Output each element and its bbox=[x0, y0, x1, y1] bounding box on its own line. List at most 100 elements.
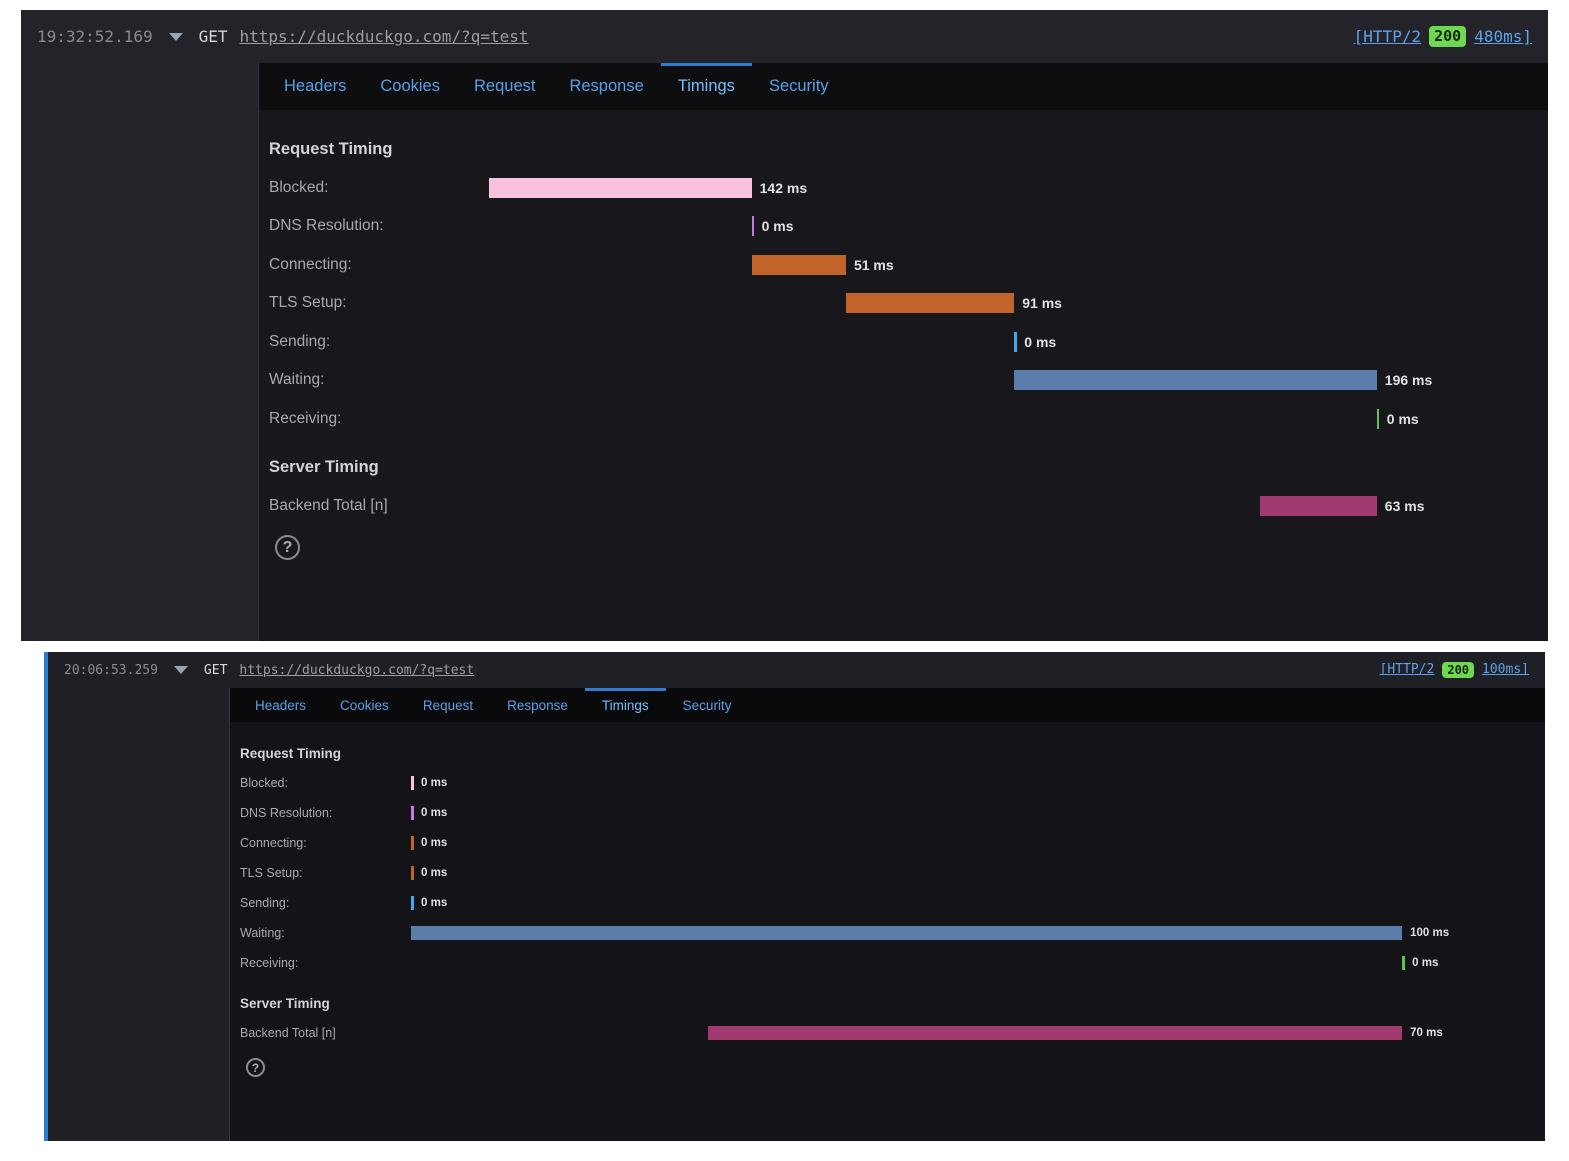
timing-label: Blocked: bbox=[269, 179, 489, 197]
protocol-text: [HTTP/2 bbox=[1354, 27, 1421, 46]
timing-value: 0 ms bbox=[1024, 334, 1056, 350]
timing-row-sending: Sending: 0 ms bbox=[269, 323, 1534, 362]
timing-timeline: 142 ms bbox=[489, 178, 1534, 198]
timing-bar-tls-setup bbox=[846, 293, 1014, 313]
response-time: 100ms] bbox=[1482, 662, 1529, 677]
request-row[interactable]: 20:06:53.259 GET https://duckduckgo.com/… bbox=[48, 652, 1545, 688]
timing-timeline: 0 ms bbox=[411, 836, 1531, 850]
help-icon[interactable]: ? bbox=[246, 1058, 265, 1077]
request-url[interactable]: https://duckduckgo.com/?q=test bbox=[240, 27, 529, 46]
timing-value: 100 ms bbox=[1410, 927, 1449, 939]
detail-tabbar: HeadersCookiesRequestResponseTimingsSecu… bbox=[230, 688, 1545, 722]
timing-bar-connecting bbox=[411, 836, 414, 850]
timings-content: Request TimingBlocked:142 msDNS Resoluti… bbox=[259, 110, 1548, 641]
network-request-panel: 20:06:53.259 GET https://duckduckgo.com/… bbox=[44, 652, 1545, 1141]
tab-headers[interactable]: Headers bbox=[267, 63, 363, 110]
tab-headers[interactable]: Headers bbox=[238, 688, 323, 722]
timing-label: Waiting: bbox=[269, 371, 489, 389]
section-title: Request Timing bbox=[269, 130, 1534, 169]
timing-timeline: 63 ms bbox=[489, 496, 1534, 516]
tab-timings[interactable]: Timings bbox=[661, 63, 752, 110]
status-code-badge: 200 bbox=[1442, 662, 1474, 679]
help-icon[interactable]: ? bbox=[275, 535, 300, 560]
timing-row-blocked: Blocked:0 ms bbox=[240, 768, 1531, 798]
tab-cookies[interactable]: Cookies bbox=[323, 688, 406, 722]
timing-row-dns-resolution: DNS Resolution: 0 ms bbox=[269, 207, 1534, 246]
timing-row-backend-total: Backend Total [n]70 ms bbox=[240, 1018, 1531, 1048]
expand-caret-icon[interactable] bbox=[169, 33, 183, 41]
timing-timeline: 0 ms bbox=[411, 776, 1531, 790]
timing-row-dns-resolution: DNS Resolution:0 ms bbox=[240, 798, 1531, 828]
timing-bar-connecting bbox=[752, 255, 846, 275]
response-time: 480ms] bbox=[1474, 27, 1532, 46]
request-url[interactable]: https://duckduckgo.com/?q=test bbox=[239, 663, 474, 678]
timing-label: Receiving: bbox=[269, 410, 489, 428]
timing-value: 0 ms bbox=[421, 807, 447, 819]
timing-timeline: 0 ms bbox=[489, 332, 1534, 352]
timing-section: Request TimingBlocked:0 msDNS Resolution… bbox=[240, 738, 1531, 978]
network-request-panel: 19:32:52.169 GET https://duckduckgo.com/… bbox=[21, 10, 1548, 641]
timing-label: Sending: bbox=[269, 333, 489, 351]
timing-value: 0 ms bbox=[421, 867, 447, 879]
timing-section: Request TimingBlocked:142 msDNS Resoluti… bbox=[269, 130, 1534, 438]
timing-label: DNS Resolution: bbox=[269, 217, 489, 235]
timing-bar-backend-total bbox=[1260, 496, 1377, 516]
timing-bar-waiting bbox=[1014, 370, 1377, 390]
timings-content: Request TimingBlocked:0 msDNS Resolution… bbox=[230, 722, 1545, 1141]
timing-bar-blocked bbox=[489, 178, 752, 198]
detail-tabbar: HeadersCookiesRequestResponseTimingsSecu… bbox=[259, 63, 1548, 110]
timing-bar-receiving bbox=[1402, 956, 1405, 970]
section-title: Server Timing bbox=[269, 448, 1534, 487]
tab-cookies[interactable]: Cookies bbox=[363, 63, 457, 110]
tab-security[interactable]: Security bbox=[752, 63, 846, 110]
timing-section: Server TimingBackend Total [n]70 ms bbox=[240, 988, 1531, 1048]
timing-row-receiving: Receiving: 0 ms bbox=[269, 400, 1534, 439]
timing-label: Blocked: bbox=[240, 776, 411, 790]
timing-bar-dns-resolution bbox=[752, 216, 755, 236]
timing-value: 0 ms bbox=[421, 837, 447, 849]
tab-response[interactable]: Response bbox=[552, 63, 660, 110]
tab-security[interactable]: Security bbox=[666, 688, 749, 722]
timing-row-blocked: Blocked:142 ms bbox=[269, 169, 1534, 208]
timing-row-connecting: Connecting:51 ms bbox=[269, 246, 1534, 285]
timing-row-backend-total: Backend Total [n]63 ms bbox=[269, 487, 1534, 526]
timing-timeline: 0 ms bbox=[411, 806, 1531, 820]
timing-label: Sending: bbox=[240, 896, 411, 910]
timing-timeline: 196 ms bbox=[489, 370, 1534, 390]
expand-caret-icon[interactable] bbox=[174, 666, 188, 674]
timing-value: 91 ms bbox=[1022, 295, 1062, 311]
timing-label: Connecting: bbox=[240, 836, 411, 850]
timing-bar-waiting bbox=[411, 926, 1402, 940]
section-title: Request Timing bbox=[240, 738, 1531, 768]
request-status-link[interactable]: [HTTP/2 200 100ms] bbox=[1380, 662, 1529, 679]
timing-section: Server TimingBackend Total [n]63 ms bbox=[269, 448, 1534, 525]
request-timestamp: 20:06:53.259 bbox=[64, 663, 158, 678]
request-row[interactable]: 19:32:52.169 GET https://duckduckgo.com/… bbox=[21, 10, 1548, 63]
timing-timeline: 0 ms bbox=[411, 866, 1531, 880]
request-detail-pane: HeadersCookiesRequestResponseTimingsSecu… bbox=[229, 688, 1545, 1141]
timing-timeline: 0 ms bbox=[411, 896, 1531, 910]
timing-timeline: 70 ms bbox=[411, 1026, 1531, 1040]
request-method: GET bbox=[204, 663, 227, 678]
timing-bar-sending bbox=[1014, 332, 1017, 352]
timing-value: 0 ms bbox=[1412, 957, 1438, 969]
timing-value: 0 ms bbox=[421, 897, 447, 909]
timing-bar-blocked bbox=[411, 776, 414, 790]
timing-value: 196 ms bbox=[1385, 372, 1432, 388]
timing-bar-tls-setup bbox=[411, 866, 414, 880]
tab-request[interactable]: Request bbox=[406, 688, 490, 722]
timing-row-tls-setup: TLS Setup:0 ms bbox=[240, 858, 1531, 888]
timing-row-connecting: Connecting: 0 ms bbox=[240, 828, 1531, 858]
tab-request[interactable]: Request bbox=[457, 63, 552, 110]
request-timestamp: 19:32:52.169 bbox=[37, 27, 153, 46]
request-status-link[interactable]: [HTTP/2 200 480ms] bbox=[1354, 26, 1532, 47]
timing-bar-backend-total bbox=[708, 1026, 1402, 1040]
tab-timings[interactable]: Timings bbox=[585, 688, 666, 722]
tab-response[interactable]: Response bbox=[490, 688, 585, 722]
timing-timeline: 91 ms bbox=[489, 293, 1534, 313]
request-method: GET bbox=[199, 27, 228, 46]
timing-value: 0 ms bbox=[762, 218, 794, 234]
timing-bar-receiving bbox=[1377, 409, 1380, 429]
timing-timeline: 51 ms bbox=[489, 255, 1534, 275]
timing-value: 0 ms bbox=[1387, 411, 1419, 427]
